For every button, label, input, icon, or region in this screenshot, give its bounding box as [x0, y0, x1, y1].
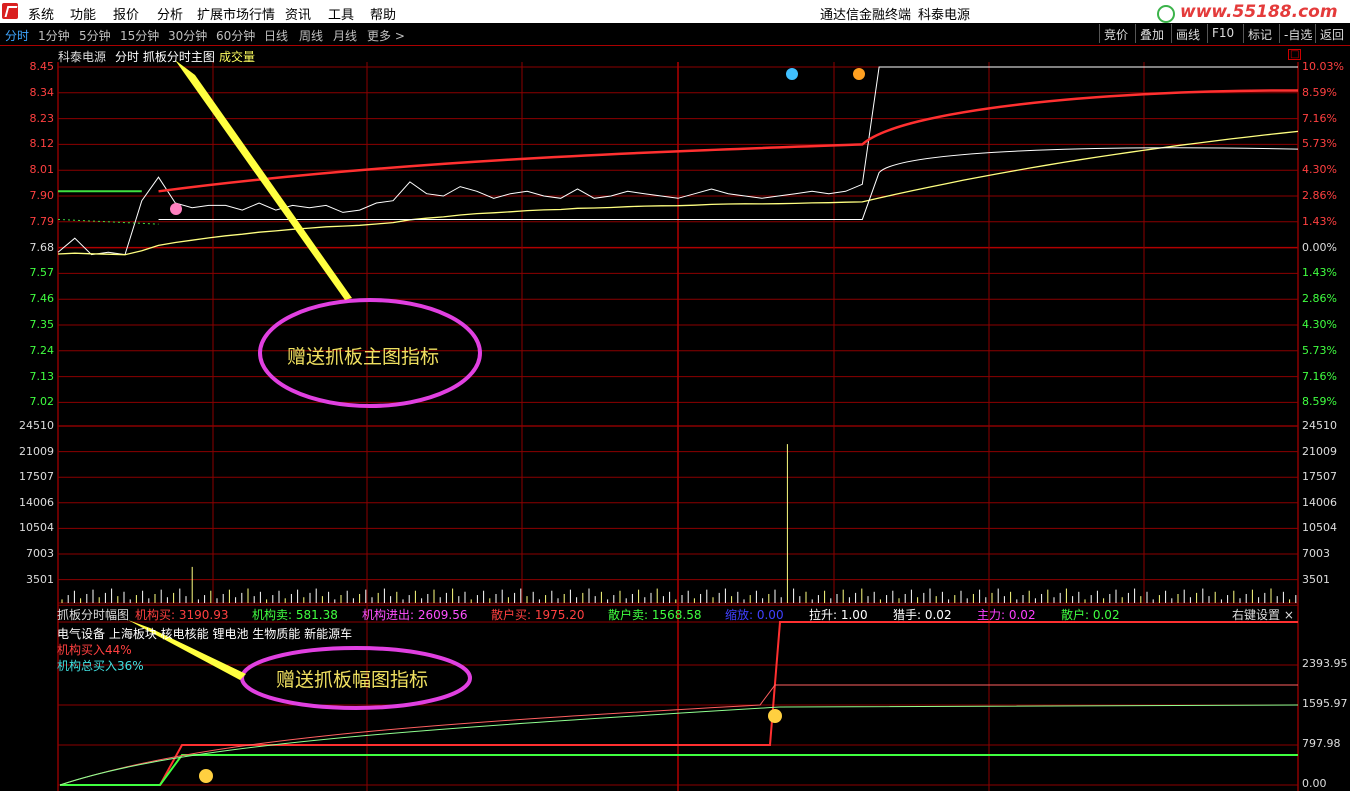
volume-axis-label: 3501 — [26, 572, 54, 586]
intraday-chart[interactable] — [0, 0, 1350, 791]
volume-axis-label: 7003 — [26, 547, 54, 560]
volume-axis-label: 24510 — [19, 419, 54, 432]
sub-axis-label: 1595.97 — [1302, 697, 1348, 710]
indicator-item: 机构卖: 581.38 — [252, 608, 338, 622]
price-axis-label: 7.24 — [29, 343, 55, 357]
percent-axis-label: 7.16% — [1302, 111, 1337, 125]
sub-chart-lines — [59, 621, 1299, 786]
indicator-item: 缩放: 0.00 — [725, 608, 784, 622]
retail-buy-line — [59, 684, 1298, 786]
indicator-item: 拉升: 1.00 — [809, 608, 868, 622]
percent-axis-label: 10.03% — [1302, 60, 1344, 73]
percent-axis-label: 4.30% — [1302, 163, 1337, 177]
price-axis-label: 7.02 — [29, 395, 55, 409]
support-line — [158, 147, 1299, 220]
indicator-item: 散户卖: 1568.58 — [608, 608, 702, 622]
diamond-marker-icon — [853, 68, 865, 80]
price-axis-label: 7.35 — [29, 318, 55, 331]
volume-axis-label: 17507 — [1302, 470, 1337, 484]
volume-axis-label: 10504 — [19, 521, 54, 535]
settings-button[interactable]: 右键设置 × — [1232, 606, 1294, 623]
sub-axis-label: 2393.95 — [1302, 657, 1348, 670]
inst-buy-label: 机构买入44% — [57, 643, 132, 657]
percent-axis-label: 5.73% — [1302, 343, 1337, 357]
volume-axis-label: 7003 — [1302, 547, 1330, 560]
price-axis-label: 8.34 — [29, 85, 55, 99]
volume-axis-label: 3501 — [1302, 572, 1330, 586]
percent-axis-label: 2.86% — [1302, 292, 1337, 306]
percent-axis-label: 8.59% — [1302, 85, 1337, 99]
legend-indicator: 分时 抓板分时主图 — [115, 50, 215, 64]
indicator-name: 抓板分时幅图 — [57, 608, 130, 622]
sub-axis-label: 0.00 — [1302, 777, 1327, 790]
inst-total-label: 机构总买入36% — [57, 659, 144, 673]
indicator-item: 主力: 0.02 — [977, 608, 1036, 622]
volume-axis-label: 24510 — [1302, 419, 1337, 432]
annotation-sub-text: 赠送抓板幅图指标 — [276, 669, 429, 691]
percent-axis-label: 1.43% — [1302, 266, 1337, 280]
volume-axis-label: 21009 — [1302, 444, 1337, 458]
sub-axis-label: 797.98 — [1302, 737, 1341, 750]
volume-axis-label: 17507 — [19, 470, 54, 484]
indicator-item: 散户买: 1975.20 — [491, 608, 585, 622]
volume-axis-label: 14006 — [19, 495, 54, 509]
percent-axis-label: 8.59% — [1302, 395, 1337, 409]
smiley-icon — [768, 709, 782, 723]
indicator-item: 猎手: 0.02 — [893, 608, 952, 622]
percent-axis-label: 2.86% — [1302, 189, 1337, 202]
volume-axis-label: 14006 — [1302, 495, 1337, 509]
legend-stock: 科泰电源 — [58, 50, 107, 64]
arrow-main-icon — [175, 60, 352, 300]
up-marker-icon — [199, 769, 213, 783]
percent-axis-label: 4.30% — [1302, 318, 1337, 331]
percent-axis-label: 1.43% — [1302, 214, 1337, 228]
price-axis-label: 7.68 — [29, 240, 55, 254]
diamond-marker-icon — [170, 203, 182, 215]
percent-axis-label: 0.00% — [1302, 240, 1337, 254]
sector-list: 电气设备 上海板块 核电核能 锂电池 生物质能 新能源车 — [57, 627, 353, 641]
price-axis-label: 8.01 — [29, 163, 55, 177]
inst-sell-line — [60, 754, 1298, 786]
percent-axis-label: 5.73% — [1302, 137, 1337, 151]
indicator-item: 散户: 0.02 — [1061, 608, 1120, 622]
price-axis-label: 7.57 — [29, 266, 55, 280]
legend-volume: 成交量 — [219, 50, 256, 64]
price-axis-label: 7.13 — [29, 369, 55, 383]
volume-axis-label: 21009 — [19, 444, 54, 458]
annotation-shapes — [128, 60, 865, 783]
price-axis-label: 8.12 — [29, 137, 55, 151]
annotation-main-text: 赠送抓板主图指标 — [287, 346, 440, 368]
inst-buy-line — [60, 621, 1298, 786]
indicator-item: 机构进出: 2609.56 — [362, 608, 468, 622]
volume-axis-label: 10504 — [1302, 521, 1337, 535]
trend-line — [158, 89, 1299, 193]
diamond-marker-icon — [786, 68, 798, 80]
maximize-icon[interactable]: □ — [1288, 49, 1302, 60]
percent-axis-label: 7.16% — [1302, 369, 1337, 383]
price-axis-label: 8.45 — [29, 60, 55, 73]
price-axis-label: 8.23 — [29, 111, 55, 125]
price-axis-label: 7.79 — [29, 214, 55, 228]
price-axis-label: 7.90 — [29, 189, 55, 202]
price-axis-label: 7.46 — [29, 292, 55, 306]
indicator-item: 机构买: 3190.93 — [135, 608, 229, 622]
